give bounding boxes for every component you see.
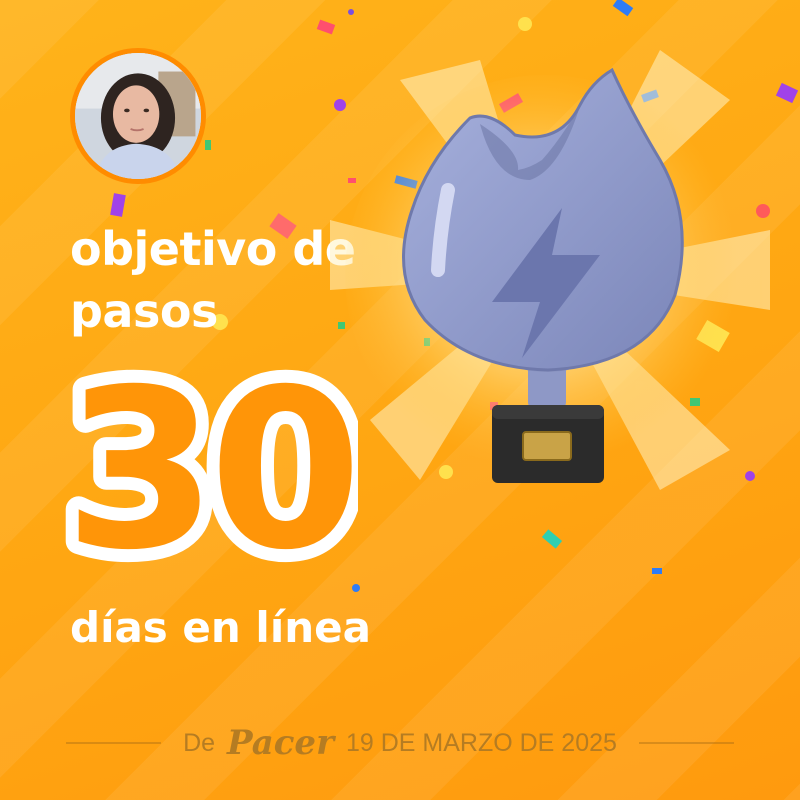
- streak-label: días en línea: [70, 603, 371, 652]
- footer-date: 19 DE MARZO DE 2025: [345, 728, 617, 757]
- footer-prefix: De: [183, 728, 216, 757]
- achievement-card: objetivo de pasos 30 días en línea De Pa…: [0, 0, 800, 800]
- footer-content: De Pacer 19 DE MARZO DE 2025: [183, 723, 617, 763]
- footer-divider-right: [638, 742, 734, 744]
- flame-trophy-icon: [330, 50, 770, 490]
- footer: De Pacer 19 DE MARZO DE 2025: [0, 718, 800, 768]
- avatar-image: [75, 53, 201, 179]
- pacer-logo: Pacer: [227, 723, 334, 763]
- avatar[interactable]: [70, 48, 206, 184]
- footer-divider-left: [66, 742, 162, 744]
- streak-number: 30: [64, 346, 354, 586]
- streak-count: 30: [58, 346, 358, 586]
